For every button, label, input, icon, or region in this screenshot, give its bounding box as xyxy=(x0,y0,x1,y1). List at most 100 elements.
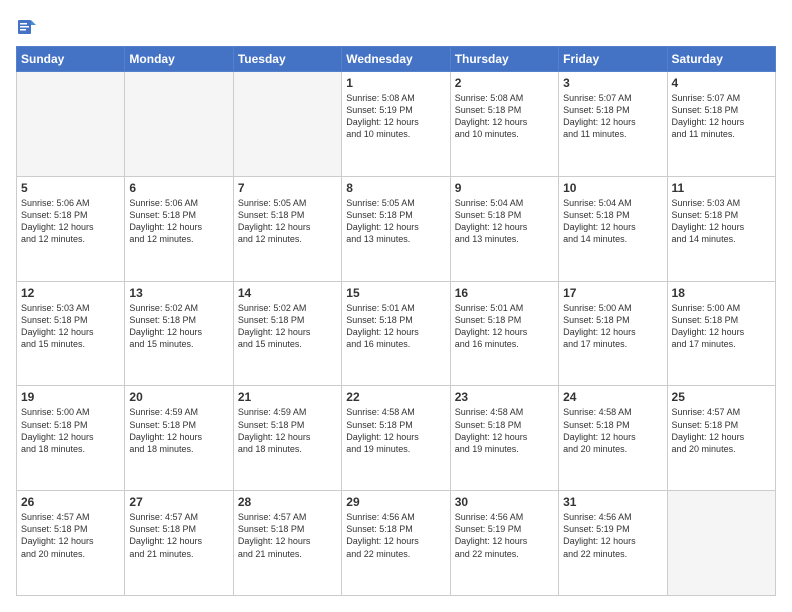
day-number: 25 xyxy=(672,390,771,404)
day-info: Sunrise: 4:59 AM Sunset: 5:18 PM Dayligh… xyxy=(129,406,228,455)
day-number: 26 xyxy=(21,495,120,509)
day-info: Sunrise: 5:04 AM Sunset: 5:18 PM Dayligh… xyxy=(455,197,554,246)
day-number: 12 xyxy=(21,286,120,300)
day-number: 19 xyxy=(21,390,120,404)
calendar-day-11: 11 Sunrise: 5:03 AM Sunset: 5:18 PM Dayli… xyxy=(667,176,775,281)
calendar-empty-cell xyxy=(667,491,775,596)
calendar-table: SundayMondayTuesdayWednesdayThursdayFrid… xyxy=(16,46,776,596)
calendar-week-row: 12 Sunrise: 5:03 AM Sunset: 5:18 PM Dayli… xyxy=(17,281,776,386)
day-info: Sunrise: 5:00 AM Sunset: 5:18 PM Dayligh… xyxy=(672,302,771,351)
col-header-saturday: Saturday xyxy=(667,47,775,72)
calendar-week-row: 1 Sunrise: 5:08 AM Sunset: 5:19 PM Daylig… xyxy=(17,72,776,177)
day-number: 28 xyxy=(238,495,337,509)
day-info: Sunrise: 5:04 AM Sunset: 5:18 PM Dayligh… xyxy=(563,197,662,246)
col-header-monday: Monday xyxy=(125,47,233,72)
day-info: Sunrise: 5:07 AM Sunset: 5:18 PM Dayligh… xyxy=(563,92,662,141)
day-info: Sunrise: 4:57 AM Sunset: 5:18 PM Dayligh… xyxy=(238,511,337,560)
calendar-day-27: 27 Sunrise: 4:57 AM Sunset: 5:18 PM Dayli… xyxy=(125,491,233,596)
day-number: 1 xyxy=(346,76,445,90)
day-number: 15 xyxy=(346,286,445,300)
day-info: Sunrise: 4:56 AM Sunset: 5:19 PM Dayligh… xyxy=(563,511,662,560)
calendar-day-20: 20Sunrise: 4:59 AM Sunset: 5:18 PM Dayli… xyxy=(125,386,233,491)
day-info: Sunrise: 5:01 AM Sunset: 5:18 PM Dayligh… xyxy=(455,302,554,351)
day-info: Sunrise: 5:03 AM Sunset: 5:18 PM Dayligh… xyxy=(21,302,120,351)
day-info: Sunrise: 5:00 AM Sunset: 5:18 PM Dayligh… xyxy=(563,302,662,351)
calendar-day-21: 21 Sunrise: 4:59 AM Sunset: 5:18 PM Dayli… xyxy=(233,386,341,491)
calendar-day-28: 28 Sunrise: 4:57 AM Sunset: 5:18 PM Dayli… xyxy=(233,491,341,596)
day-info: Sunrise: 5:08 AM Sunset: 5:19 PM Dayligh… xyxy=(346,92,445,141)
day-number: 17 xyxy=(563,286,662,300)
calendar-day-23: 23 Sunrise: 4:58 AM Sunset: 5:18 PM Dayli… xyxy=(450,386,558,491)
col-header-tuesday: Tuesday xyxy=(233,47,341,72)
day-number: 22 xyxy=(346,390,445,404)
day-number: 8 xyxy=(346,181,445,195)
calendar-day-24: 24 Sunrise: 4:58 AM Sunset: 5:18 PM Dayli… xyxy=(559,386,667,491)
calendar-day-9: 9Sunrise: 5:04 AM Sunset: 5:18 PM Daylig… xyxy=(450,176,558,281)
calendar-day-26: 26 Sunrise: 4:57 AM Sunset: 5:18 PM Dayli… xyxy=(17,491,125,596)
calendar-day-22: 22 Sunrise: 4:58 AM Sunset: 5:18 PM Dayli… xyxy=(342,386,450,491)
day-number: 30 xyxy=(455,495,554,509)
calendar-day-31: 31Sunrise: 4:56 AM Sunset: 5:19 PM Dayli… xyxy=(559,491,667,596)
calendar-day-18: 18 Sunrise: 5:00 AM Sunset: 5:18 PM Dayli… xyxy=(667,281,775,386)
calendar-day-2: 2 Sunrise: 5:08 AM Sunset: 5:18 PM Daylig… xyxy=(450,72,558,177)
calendar-day-8: 8Sunrise: 5:05 AM Sunset: 5:18 PM Daylig… xyxy=(342,176,450,281)
day-info: Sunrise: 4:57 AM Sunset: 5:18 PM Dayligh… xyxy=(129,511,228,560)
calendar-day-19: 19 Sunrise: 5:00 AM Sunset: 5:18 PM Dayli… xyxy=(17,386,125,491)
day-info: Sunrise: 4:57 AM Sunset: 5:18 PM Dayligh… xyxy=(672,406,771,455)
calendar-header-row: SundayMondayTuesdayWednesdayThursdayFrid… xyxy=(17,47,776,72)
day-info: Sunrise: 4:59 AM Sunset: 5:18 PM Dayligh… xyxy=(238,406,337,455)
day-info: Sunrise: 5:00 AM Sunset: 5:18 PM Dayligh… xyxy=(21,406,120,455)
calendar-day-6: 6 Sunrise: 5:06 AM Sunset: 5:18 PM Daylig… xyxy=(125,176,233,281)
logo xyxy=(16,16,40,38)
calendar-day-15: 15 Sunrise: 5:01 AM Sunset: 5:18 PM Dayli… xyxy=(342,281,450,386)
day-number: 5 xyxy=(21,181,120,195)
day-number: 18 xyxy=(672,286,771,300)
day-number: 27 xyxy=(129,495,228,509)
day-number: 24 xyxy=(563,390,662,404)
calendar-day-1: 1 Sunrise: 5:08 AM Sunset: 5:19 PM Daylig… xyxy=(342,72,450,177)
calendar-empty-cell xyxy=(125,72,233,177)
day-info: Sunrise: 5:07 AM Sunset: 5:18 PM Dayligh… xyxy=(672,92,771,141)
calendar-week-row: 19 Sunrise: 5:00 AM Sunset: 5:18 PM Dayli… xyxy=(17,386,776,491)
day-info: Sunrise: 4:58 AM Sunset: 5:18 PM Dayligh… xyxy=(563,406,662,455)
day-info: Sunrise: 5:01 AM Sunset: 5:18 PM Dayligh… xyxy=(346,302,445,351)
day-number: 16 xyxy=(455,286,554,300)
calendar-empty-cell xyxy=(233,72,341,177)
day-number: 3 xyxy=(563,76,662,90)
day-number: 13 xyxy=(129,286,228,300)
day-info: Sunrise: 5:08 AM Sunset: 5:18 PM Dayligh… xyxy=(455,92,554,141)
calendar-day-25: 25 Sunrise: 4:57 AM Sunset: 5:18 PM Dayli… xyxy=(667,386,775,491)
calendar-empty-cell xyxy=(17,72,125,177)
calendar-day-29: 29Sunrise: 4:56 AM Sunset: 5:18 PM Dayli… xyxy=(342,491,450,596)
day-info: Sunrise: 4:56 AM Sunset: 5:19 PM Dayligh… xyxy=(455,511,554,560)
day-number: 21 xyxy=(238,390,337,404)
day-info: Sunrise: 5:06 AM Sunset: 5:18 PM Dayligh… xyxy=(129,197,228,246)
day-info: Sunrise: 4:57 AM Sunset: 5:18 PM Dayligh… xyxy=(21,511,120,560)
calendar-day-5: 5 Sunrise: 5:06 AM Sunset: 5:18 PM Daylig… xyxy=(17,176,125,281)
day-number: 23 xyxy=(455,390,554,404)
day-info: Sunrise: 5:02 AM Sunset: 5:18 PM Dayligh… xyxy=(129,302,228,351)
day-number: 6 xyxy=(129,181,228,195)
day-info: Sunrise: 4:58 AM Sunset: 5:18 PM Dayligh… xyxy=(346,406,445,455)
calendar-day-17: 17 Sunrise: 5:00 AM Sunset: 5:18 PM Dayli… xyxy=(559,281,667,386)
calendar-day-10: 10 Sunrise: 5:04 AM Sunset: 5:18 PM Dayli… xyxy=(559,176,667,281)
calendar-week-row: 5 Sunrise: 5:06 AM Sunset: 5:18 PM Daylig… xyxy=(17,176,776,281)
day-info: Sunrise: 5:02 AM Sunset: 5:18 PM Dayligh… xyxy=(238,302,337,351)
calendar-week-row: 26 Sunrise: 4:57 AM Sunset: 5:18 PM Dayli… xyxy=(17,491,776,596)
logo-icon xyxy=(18,16,36,38)
calendar-day-16: 16 Sunrise: 5:01 AM Sunset: 5:18 PM Dayli… xyxy=(450,281,558,386)
day-number: 7 xyxy=(238,181,337,195)
day-info: Sunrise: 4:58 AM Sunset: 5:18 PM Dayligh… xyxy=(455,406,554,455)
day-info: Sunrise: 5:03 AM Sunset: 5:18 PM Dayligh… xyxy=(672,197,771,246)
day-info: Sunrise: 5:05 AM Sunset: 5:18 PM Dayligh… xyxy=(238,197,337,246)
calendar-day-12: 12 Sunrise: 5:03 AM Sunset: 5:18 PM Dayli… xyxy=(17,281,125,386)
day-number: 29 xyxy=(346,495,445,509)
col-header-wednesday: Wednesday xyxy=(342,47,450,72)
calendar-day-3: 3 Sunrise: 5:07 AM Sunset: 5:18 PM Daylig… xyxy=(559,72,667,177)
day-number: 10 xyxy=(563,181,662,195)
col-header-sunday: Sunday xyxy=(17,47,125,72)
day-number: 11 xyxy=(672,181,771,195)
col-header-thursday: Thursday xyxy=(450,47,558,72)
day-info: Sunrise: 5:06 AM Sunset: 5:18 PM Dayligh… xyxy=(21,197,120,246)
day-number: 2 xyxy=(455,76,554,90)
